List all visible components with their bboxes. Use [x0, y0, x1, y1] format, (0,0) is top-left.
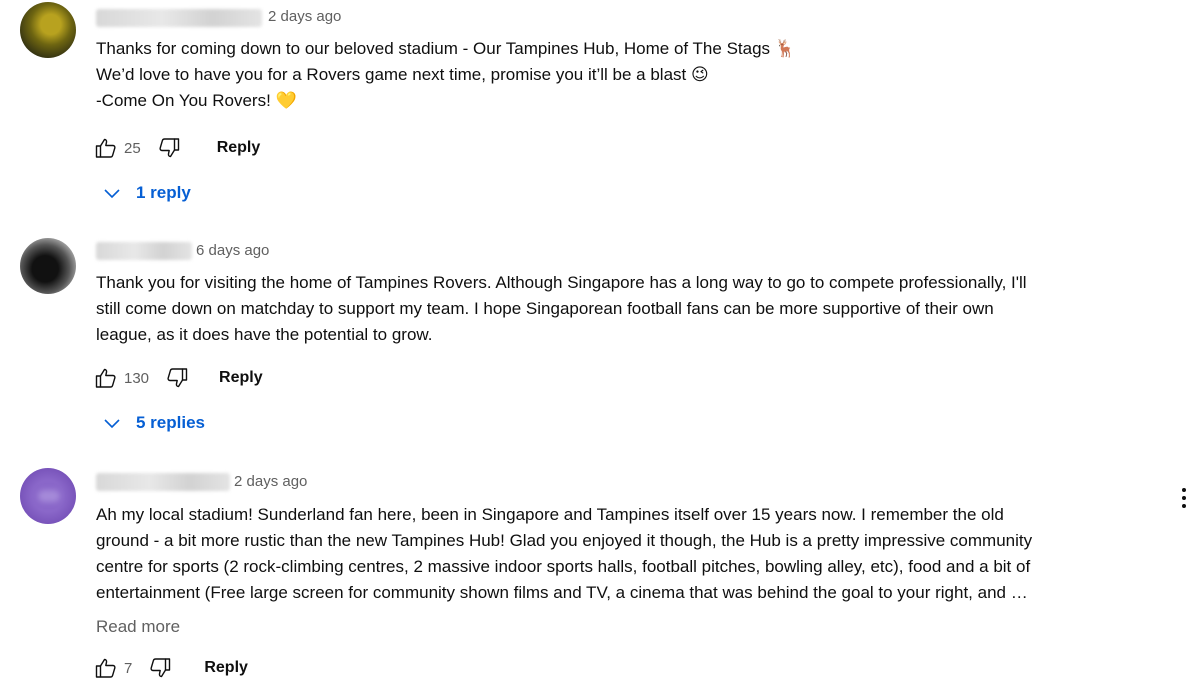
avatar-initials-blurred [38, 490, 60, 502]
kebab-dot [1182, 488, 1186, 492]
thumb-up-icon [95, 658, 116, 678]
avatar[interactable] [20, 468, 76, 524]
dislike-button[interactable] [146, 654, 174, 682]
author-name-blurred[interactable] [96, 473, 230, 491]
comment-actions: 7 Reply [92, 654, 248, 682]
comment-thread: 2 days ago Ah my local stadium! Sunderla… [0, 0, 1200, 695]
more-vert-icon[interactable] [1172, 484, 1196, 512]
comment-text-line: centre for sports (2 rock-climbing centr… [96, 557, 1031, 576]
kebab-dot [1182, 496, 1186, 500]
thumb-down-icon [150, 658, 171, 678]
comment-text-line: Ah my local stadium! Sunderland fan here… [96, 505, 1004, 524]
comment-text-line: entertainment (Free large screen for com… [96, 583, 1028, 602]
like-button[interactable] [92, 654, 120, 682]
reply-button[interactable]: Reply [204, 659, 248, 677]
comment-timestamp[interactable]: 2 days ago [234, 473, 307, 490]
like-count: 7 [124, 659, 133, 677]
comment-text-line: ground - a bit more rustic than the new … [96, 531, 1033, 550]
comment-text: Ah my local stadium! Sunderland fan here… [96, 502, 1166, 606]
read-more-button[interactable]: Read more [96, 617, 180, 637]
kebab-dot [1182, 504, 1186, 508]
